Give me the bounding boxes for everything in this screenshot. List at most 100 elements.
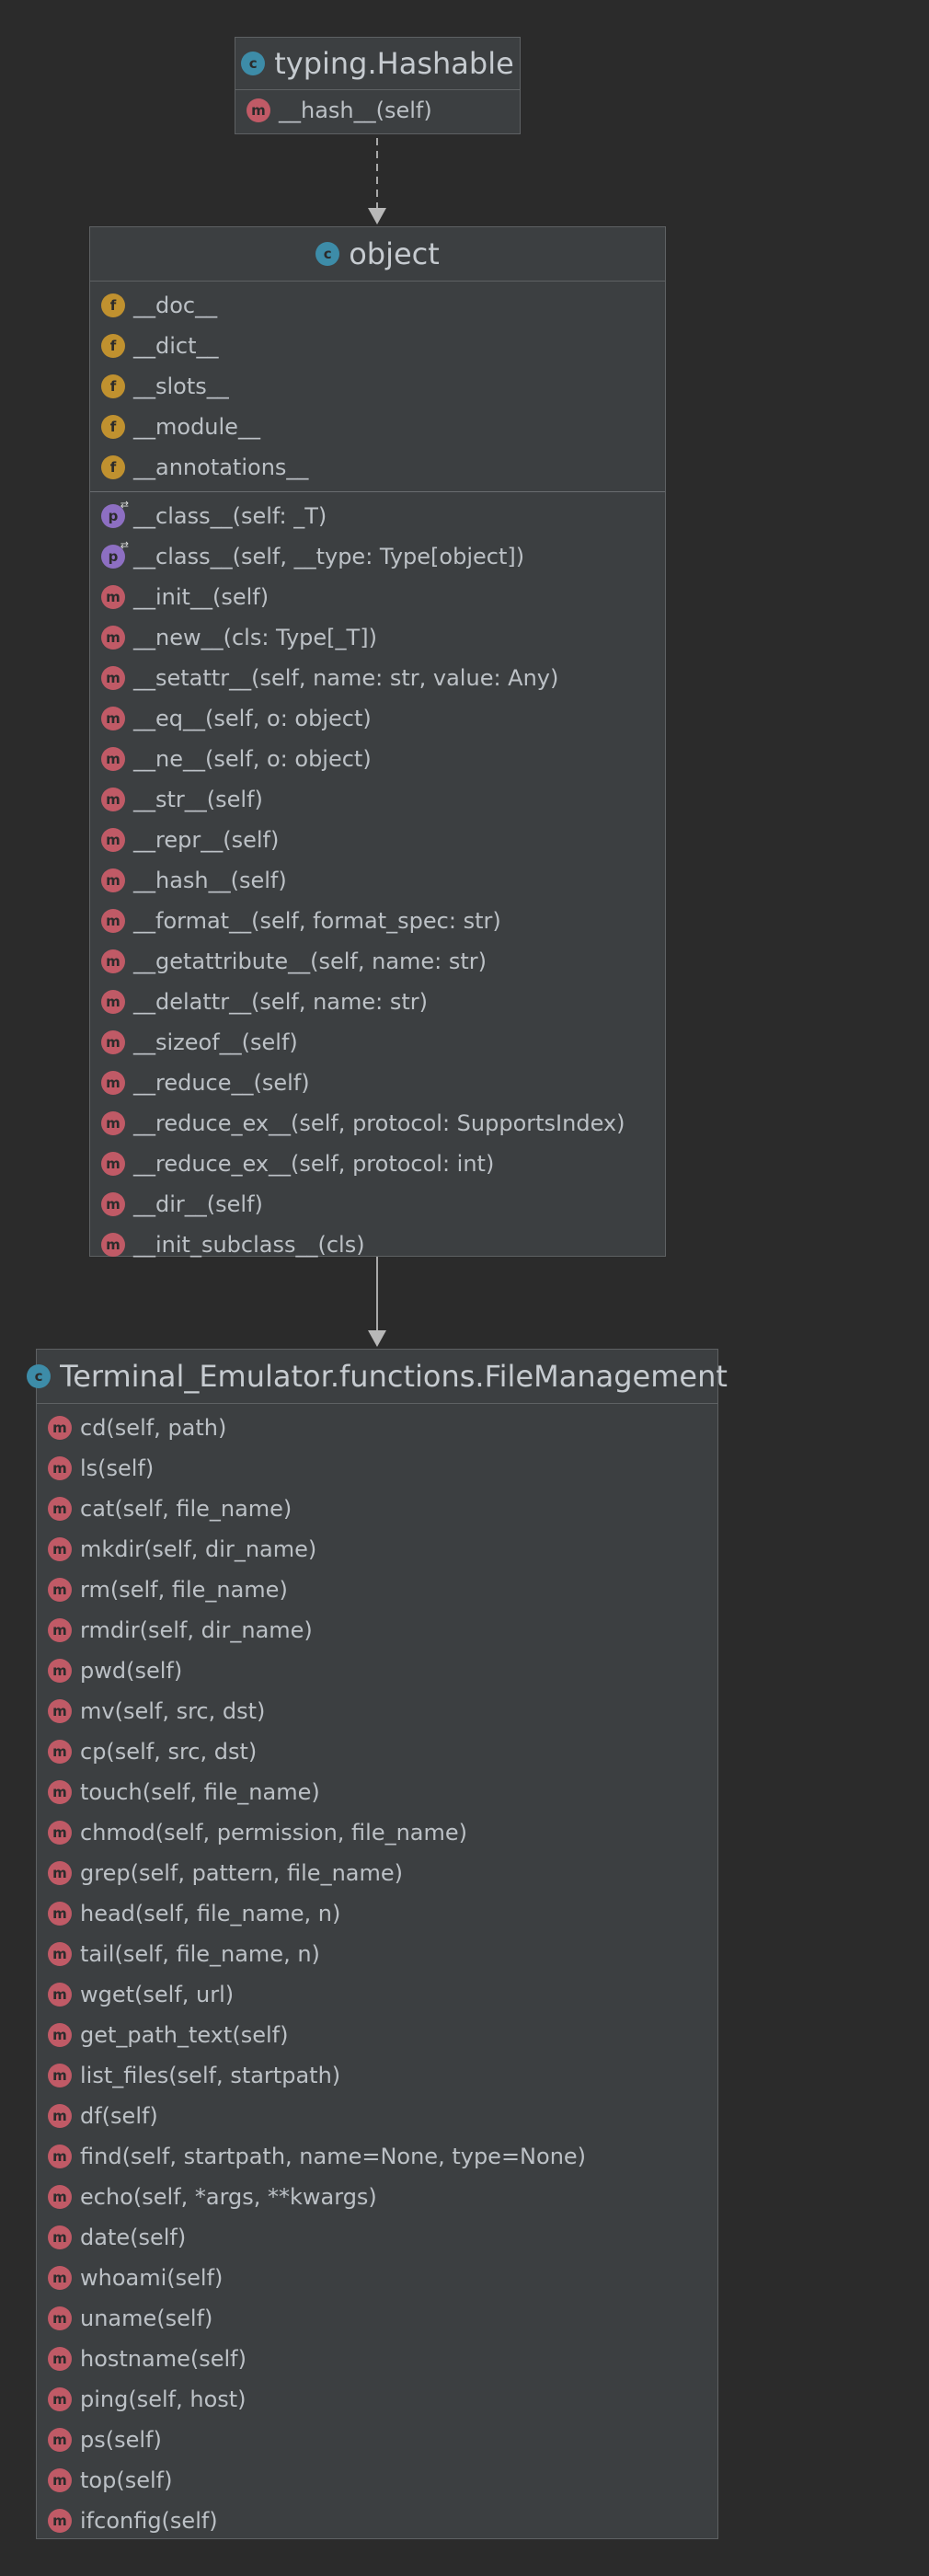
member-label: hostname(self) [80, 2346, 247, 2372]
method-icon: m [101, 868, 125, 892]
method-row[interactable]: m __reduce__(self) [90, 1063, 665, 1103]
method-row[interactable]: m cat(self, file_name) [37, 1489, 717, 1529]
field-icon: f [101, 415, 125, 439]
icon-glyph: m [106, 710, 120, 727]
member-label: __setattr__(self, name: str, value: Any) [133, 665, 559, 691]
method-row[interactable]: m chmod(self, permission, file_name) [37, 1812, 717, 1853]
method-row[interactable]: m echo(self, *args, **kwargs) [37, 2177, 717, 2217]
method-row[interactable]: m __format__(self, format_spec: str) [90, 901, 665, 941]
method-row[interactable]: m cp(self, src, dst) [37, 1731, 717, 1772]
icon-glyph: m [251, 102, 266, 119]
method-row[interactable]: m __reduce_ex__(self, protocol: SupportsI… [90, 1103, 665, 1144]
method-icon: m [101, 666, 125, 690]
method-row[interactable]: m pwd(self) [37, 1650, 717, 1691]
method-row[interactable]: m cd(self, path) [37, 1408, 717, 1448]
method-icon: m [48, 2064, 72, 2087]
property-row[interactable]: p ⇄ __class__(self: _T) [90, 496, 665, 536]
class-object[interactable]: c object f __doc__ f __dict__ f __slots__ f __m… [89, 226, 666, 1258]
method-icon: m [101, 1071, 125, 1095]
member-label: __reduce__(self) [133, 1070, 310, 1096]
method-row[interactable]: m mkdir(self, dir_name) [37, 1529, 717, 1570]
method-row[interactable]: m __hash__(self) [90, 860, 665, 901]
method-row[interactable]: m __hash__(self) [235, 90, 520, 131]
member-label: echo(self, *args, **kwargs) [80, 2184, 377, 2210]
member-label: __reduce_ex__(self, protocol: int) [133, 1151, 495, 1177]
icon-glyph: m [52, 2027, 67, 2043]
method-row[interactable]: m date(self) [37, 2217, 717, 2258]
method-row[interactable]: m top(self) [37, 2460, 717, 2501]
member-label: __class__(self, __type: Type[object]) [133, 544, 525, 569]
icon-glyph: m [106, 751, 120, 767]
method-row[interactable]: m hostname(self) [37, 2339, 717, 2379]
member-label: uname(self) [80, 2306, 213, 2331]
method-row[interactable]: m find(self, startpath, name=None, type=N… [37, 2136, 717, 2177]
method-row[interactable]: m df(self) [37, 2096, 717, 2136]
method-icon: m [48, 1780, 72, 1804]
icon-glyph: m [52, 2472, 67, 2489]
method-row[interactable]: m __eq__(self, o: object) [90, 698, 665, 739]
class-typing-hashable[interactable]: c typing.Hashable m __hash__(self) [235, 37, 521, 134]
class-filemanagement[interactable]: c Terminal_Emulator.functions.FileManage… [27, 1349, 728, 2541]
method-row[interactable]: m head(self, file_name, n) [37, 1893, 717, 1934]
method-row[interactable]: m __sizeof__(self) [90, 1022, 665, 1063]
field-icon: f [101, 334, 125, 358]
method-row[interactable]: m get_path_text(self) [37, 2015, 717, 2055]
arrowhead-icon [368, 1330, 386, 1347]
class-header: c Terminal_Emulator.functions.FileManage… [27, 1350, 728, 1404]
method-row[interactable]: m whoami(self) [37, 2258, 717, 2298]
icon-glyph: m [52, 1824, 67, 1841]
property-row[interactable]: p ⇄ __class__(self, __type: Type[object]) [90, 536, 665, 577]
method-row[interactable]: m rm(self, file_name) [37, 1570, 717, 1610]
edge-filemanagement-extends-object [368, 1257, 386, 1347]
field-row[interactable]: f __annotations__ [90, 447, 665, 488]
member-label: __module__ [133, 414, 260, 440]
class-icon: c [27, 1364, 52, 1388]
method-row[interactable]: m __str__(self) [90, 779, 665, 820]
member-label: ping(self, host) [80, 2386, 247, 2412]
icon-glyph: m [52, 1420, 67, 1436]
method-row[interactable]: m rmdir(self, dir_name) [37, 1610, 717, 1650]
method-row[interactable]: m grep(self, pattern, file_name) [37, 1853, 717, 1893]
method-icon: m [48, 2225, 72, 2249]
method-row[interactable]: m touch(self, file_name) [37, 1772, 717, 1812]
member-label: date(self) [80, 2225, 187, 2250]
icon-glyph: m [52, 2108, 67, 2124]
member-label: __repr__(self) [133, 827, 280, 853]
icon-glyph: m [106, 629, 120, 646]
field-row[interactable]: f __module__ [90, 407, 665, 447]
member-label: __reduce_ex__(self, protocol: SupportsIn… [133, 1110, 625, 1136]
method-row[interactable]: m ps(self) [37, 2420, 717, 2460]
field-icon: f [101, 293, 125, 317]
icon-glyph: m [52, 1784, 67, 1800]
method-row[interactable]: m __new__(cls: Type[_T]) [90, 617, 665, 658]
field-row[interactable]: f __dict__ [90, 326, 665, 366]
method-row[interactable]: m __delattr__(self, name: str) [90, 982, 665, 1022]
method-row[interactable]: m __ne__(self, o: object) [90, 739, 665, 779]
icon-glyph: m [106, 1196, 120, 1213]
method-row[interactable]: m __dir__(self) [90, 1184, 665, 1225]
method-row[interactable]: m __getattribute__(self, name: str) [90, 941, 665, 982]
member-label: cat(self, file_name) [80, 1496, 292, 1522]
method-row[interactable]: m wget(self, url) [37, 1974, 717, 2015]
method-row[interactable]: m ls(self) [37, 1448, 717, 1489]
method-row[interactable]: m __setattr__(self, name: str, value: Any… [90, 658, 665, 698]
method-row[interactable]: m __init__(self) [90, 577, 665, 617]
method-row[interactable]: m __reduce_ex__(self, protocol: int) [90, 1144, 665, 1184]
member-label: __ne__(self, o: object) [133, 746, 372, 772]
method-icon: m [101, 1233, 125, 1257]
icon-glyph: m [52, 1743, 67, 1760]
method-row[interactable]: m __init_subclass__(cls) [90, 1225, 665, 1265]
method-row[interactable]: m list_files(self, startpath) [37, 2055, 717, 2096]
method-row[interactable]: m uname(self) [37, 2298, 717, 2339]
method-row[interactable]: m tail(self, file_name, n) [37, 1934, 717, 1974]
member-label: get_path_text(self) [80, 2022, 289, 2048]
method-row[interactable]: m __repr__(self) [90, 820, 665, 860]
method-row[interactable]: m mv(self, src, dst) [37, 1691, 717, 1731]
field-row[interactable]: f __slots__ [90, 366, 665, 407]
method-row[interactable]: m ping(self, host) [37, 2379, 717, 2420]
method-row[interactable]: m ifconfig(self) [37, 2501, 717, 2541]
method-icon: m [48, 2387, 72, 2411]
method-icon: m [101, 949, 125, 973]
field-row[interactable]: f __doc__ [90, 285, 665, 326]
member-label: rmdir(self, dir_name) [80, 1617, 313, 1643]
